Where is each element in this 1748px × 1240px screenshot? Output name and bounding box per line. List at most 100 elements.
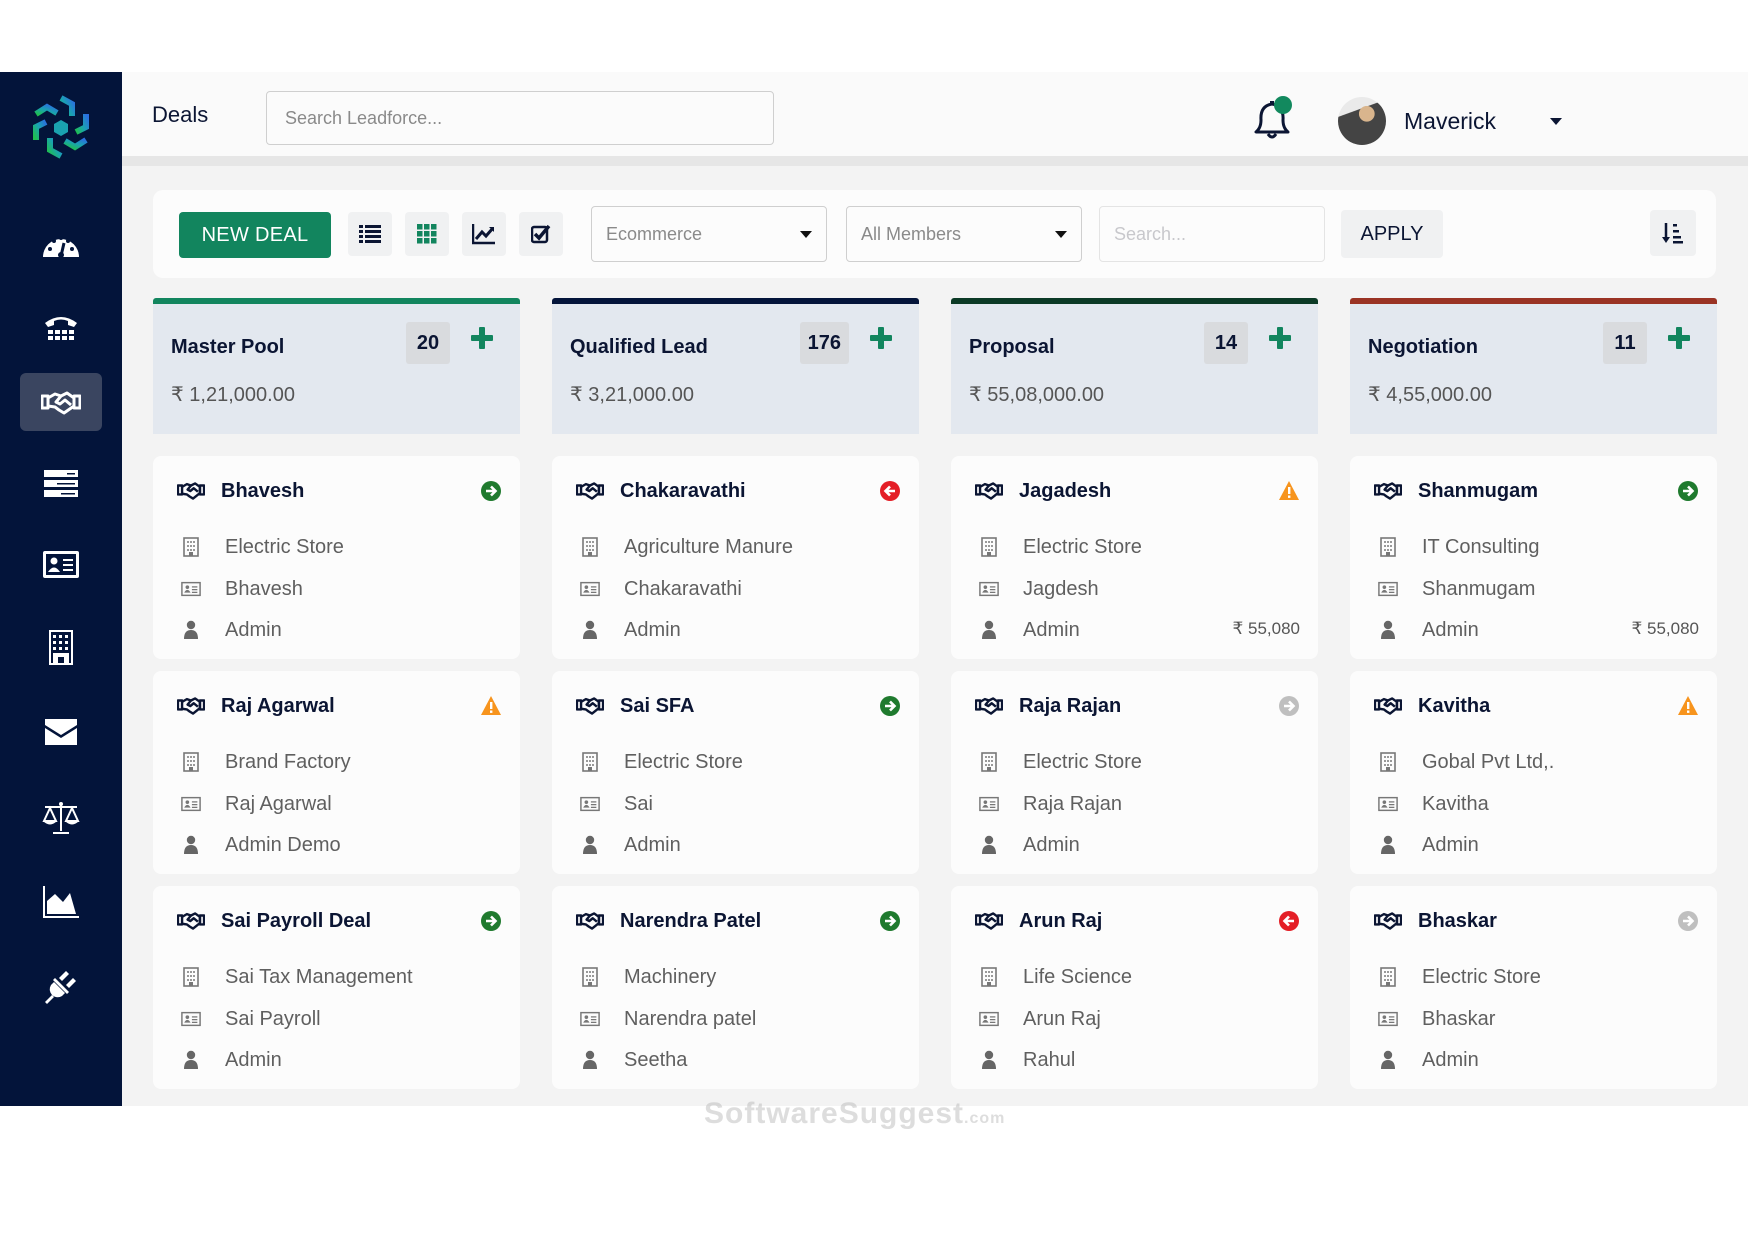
sidebar-item-deals[interactable] — [20, 373, 102, 431]
warning-icon[interactable] — [1677, 695, 1699, 717]
sidebar-item-dashboard[interactable] — [20, 216, 102, 274]
deal-title[interactable]: Arun Raj — [1019, 910, 1102, 933]
contact-card-icon — [1378, 796, 1398, 812]
deal-card[interactable]: Arun Raj Life Science Arun Raj Rahul — [951, 886, 1318, 1089]
contact-card-icon — [979, 581, 999, 597]
deal-card[interactable]: Sai SFA Electric Store Sai Admin — [552, 671, 919, 874]
deal-card[interactable]: Narendra Patel Machinery Narendra patel … — [552, 886, 919, 1089]
grid-view-button[interactable] — [405, 212, 449, 256]
deal-contact-row: Raj Agarwal — [181, 791, 332, 817]
stage-title: Qualified Lead — [570, 336, 708, 358]
sidebar-item-contacts[interactable] — [20, 535, 102, 593]
global-search-input[interactable] — [266, 91, 774, 145]
status-neutral-icon[interactable] — [1677, 910, 1699, 932]
apply-button[interactable]: APPLY — [1341, 210, 1443, 258]
status-forward-icon[interactable] — [480, 910, 502, 932]
add-deal-icon[interactable] — [869, 326, 893, 350]
sidebar-item-reports[interactable] — [20, 872, 102, 930]
pipeline-column: Qualified Lead 176 ₹ 3,21,000.00 Chakara… — [552, 298, 919, 1089]
deal-title[interactable]: Kavitha — [1418, 695, 1490, 718]
filter-search-input[interactable] — [1099, 206, 1325, 262]
user-icon — [1381, 835, 1395, 854]
user-menu-caret-icon[interactable] — [1550, 118, 1562, 125]
status-forward-icon[interactable] — [879, 695, 901, 717]
deal-title[interactable]: Shanmugam — [1418, 480, 1538, 503]
deal-contact-row: Kavitha — [1378, 791, 1489, 817]
deal-title[interactable]: Bhaskar — [1418, 910, 1497, 933]
deal-card[interactable]: Bhaskar Electric Store Bhaskar Admin — [1350, 886, 1717, 1089]
contact-card-icon — [181, 1011, 201, 1027]
deal-card[interactable]: Raja Rajan Electric Store Raja Rajan Adm… — [951, 671, 1318, 874]
sidebar-item-calls[interactable] — [20, 298, 102, 356]
building-icon — [981, 537, 997, 557]
list-view-button[interactable] — [348, 212, 392, 256]
deal-company: Electric Store — [1023, 535, 1142, 558]
deal-title[interactable]: Narendra Patel — [620, 910, 761, 933]
sidebar-item-companies[interactable] — [20, 618, 102, 676]
deal-contact: Narendra patel — [624, 1007, 757, 1030]
deal-title[interactable]: Bhavesh — [221, 480, 304, 503]
stage-count-badge: 14 — [1204, 322, 1248, 364]
new-deal-button[interactable]: NEW DEAL — [179, 212, 331, 258]
sidebar-item-leads[interactable] — [20, 454, 102, 512]
contact-card-icon — [181, 581, 201, 597]
warning-icon[interactable] — [480, 695, 502, 717]
chart-view-button[interactable] — [462, 212, 506, 256]
building-icon — [582, 967, 598, 987]
deal-title[interactable]: Chakaravathi — [620, 480, 746, 503]
deal-contact-row: Bhaskar — [1378, 1006, 1495, 1032]
building-icon — [183, 967, 199, 987]
sidebar-item-integrations[interactable] — [20, 957, 102, 1015]
status-neutral-icon[interactable] — [1278, 695, 1300, 717]
deal-title[interactable]: Raja Rajan — [1019, 695, 1121, 718]
add-deal-icon[interactable] — [1667, 326, 1691, 350]
status-forward-icon[interactable] — [1677, 480, 1699, 502]
task-view-button[interactable] — [519, 212, 563, 256]
app-window: Deals Maverick NEW DEAL Ecommerce All Me… — [0, 72, 1748, 1130]
grid-view-icon — [417, 224, 437, 244]
deal-card[interactable]: Kavitha Gobal Pvt Ltd,. Kavitha Admin — [1350, 671, 1717, 874]
add-deal-icon[interactable] — [1268, 326, 1292, 350]
deal-title[interactable]: Raj Agarwal — [221, 695, 335, 718]
deal-company-row: Electric Store — [979, 749, 1142, 775]
status-back-icon[interactable] — [879, 480, 901, 502]
status-back-icon[interactable] — [1278, 910, 1300, 932]
deal-card[interactable]: Shanmugam IT Consulting Shanmugam Admin … — [1350, 456, 1717, 659]
contact-card-icon — [580, 1011, 600, 1027]
building-icon — [1380, 752, 1396, 772]
deal-amount: ₹ 55,080 — [1232, 619, 1300, 638]
deal-title[interactable]: Jagadesh — [1019, 480, 1111, 503]
deal-company-row: Sai Tax Management — [181, 964, 413, 990]
deal-card[interactable]: Chakaravathi Agriculture Manure Chakarav… — [552, 456, 919, 659]
add-deal-icon[interactable] — [470, 326, 494, 350]
status-forward-icon[interactable] — [480, 480, 502, 502]
deal-owner-row: Admin — [979, 617, 1080, 643]
deal-contact: Kavitha — [1422, 792, 1489, 815]
pipeline-select[interactable]: Ecommerce — [591, 206, 827, 262]
phone-icon — [45, 317, 77, 340]
deal-owner-row: Admin — [181, 1047, 282, 1073]
sidebar-item-compare[interactable] — [20, 788, 102, 846]
deal-card[interactable]: Raj Agarwal Brand Factory Raj Agarwal Ad… — [153, 671, 520, 874]
warning-icon[interactable] — [1278, 480, 1300, 502]
deal-card[interactable]: Jagadesh Electric Store Jagdesh Admin ₹ … — [951, 456, 1318, 659]
members-select[interactable]: All Members — [846, 206, 1082, 262]
sort-button[interactable] — [1650, 210, 1696, 256]
app-logo-icon[interactable] — [30, 94, 92, 160]
deal-card[interactable]: Bhavesh Electric Store Bhavesh Admin — [153, 456, 520, 659]
deal-contact: Shanmugam — [1422, 577, 1536, 600]
deal-title[interactable]: Sai Payroll Deal — [221, 910, 371, 933]
plug-icon — [45, 971, 76, 1004]
contact-card-icon — [580, 796, 600, 812]
deal-title[interactable]: Sai SFA — [620, 695, 694, 718]
stage-count-badge: 176 — [799, 322, 849, 364]
user-avatar[interactable] — [1338, 97, 1386, 145]
status-forward-icon[interactable] — [879, 910, 901, 932]
sidebar-item-mail[interactable] — [20, 702, 102, 760]
building-icon — [981, 752, 997, 772]
deal-card[interactable]: Sai Payroll Deal Sai Tax Management Sai … — [153, 886, 520, 1089]
notification-badge — [1274, 96, 1292, 114]
members-select-value: All Members — [861, 223, 962, 244]
deal-company-row: Electric Store — [1378, 964, 1541, 990]
user-name[interactable]: Maverick — [1404, 108, 1496, 135]
